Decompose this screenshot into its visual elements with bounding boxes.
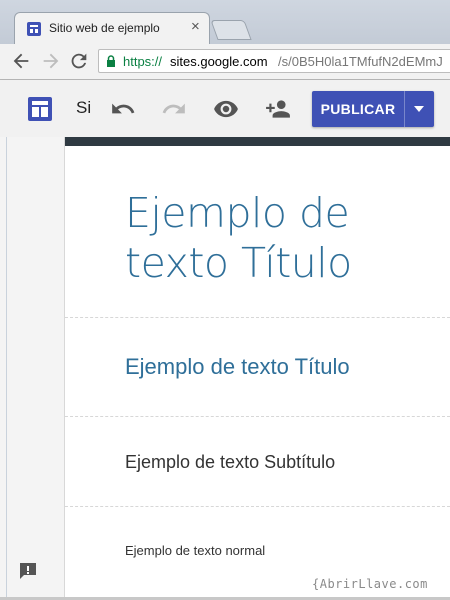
publish-dropdown-icon[interactable] [405, 91, 434, 127]
reload-icon[interactable] [68, 50, 90, 72]
tab-title: Sitio web de ejemplo [49, 21, 160, 35]
page-title[interactable]: Ejemplo de texto Título [125, 188, 425, 288]
new-tab-button[interactable] [210, 20, 252, 40]
header-strip [65, 137, 450, 146]
publish-label: PUBLICAR [320, 101, 396, 117]
url-path: /s/0B5H0la1TMfufN2dEMmJ [278, 54, 443, 69]
section-divider [65, 416, 450, 417]
forward-arrow-icon[interactable] [40, 50, 62, 72]
sites-toolbar: Si PUBLICAR [0, 80, 450, 137]
publish-button[interactable]: PUBLICAR [312, 91, 434, 127]
close-tab-icon[interactable]: × [191, 19, 200, 35]
site-name-input[interactable]: Si [76, 98, 91, 118]
heading-text[interactable]: Ejemplo de texto Título [125, 354, 350, 380]
section-divider [65, 317, 450, 318]
left-rail [0, 137, 65, 597]
url-input[interactable]: https:// sites.google.com /s/0B5H0la1TMf… [98, 49, 450, 73]
redo-icon[interactable] [161, 96, 187, 122]
back-arrow-icon[interactable] [10, 50, 32, 72]
google-sites-favicon-icon [27, 22, 41, 36]
address-bar: https:// sites.google.com /s/0B5H0la1TMf… [0, 44, 450, 80]
normal-text[interactable]: Ejemplo de texto normal [125, 543, 265, 558]
sites-logo-icon[interactable] [27, 96, 53, 122]
undo-icon[interactable] [110, 96, 136, 122]
watermark: {AbrirLlave.com [312, 577, 428, 591]
add-person-icon[interactable] [265, 96, 291, 122]
lock-icon [107, 55, 115, 67]
preview-eye-icon[interactable] [213, 96, 239, 122]
section-divider [65, 506, 450, 507]
page-canvas[interactable]: Ejemplo de texto Título Ejemplo de texto… [65, 146, 450, 597]
url-host: sites.google.com [170, 54, 268, 69]
feedback-icon[interactable] [18, 561, 38, 581]
browser-tab[interactable]: Sitio web de ejemplo × [14, 12, 210, 44]
browser-tab-strip: Sitio web de ejemplo × [0, 0, 450, 44]
url-scheme: https:// [123, 54, 163, 69]
subtitle-text[interactable]: Ejemplo de texto Subtítulo [125, 452, 335, 473]
